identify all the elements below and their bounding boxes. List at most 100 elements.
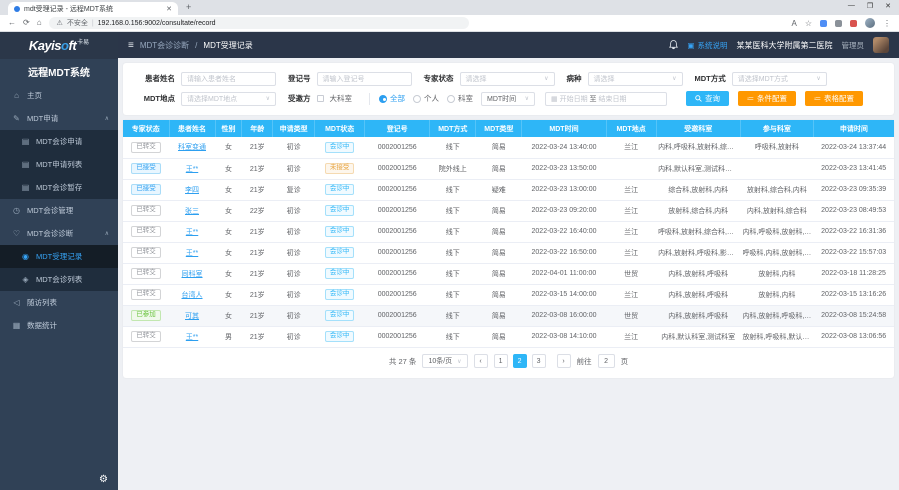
page-number-button[interactable]: 1	[494, 354, 508, 368]
page-number-button[interactable]: 3	[532, 354, 546, 368]
sex-cell: 女	[215, 284, 242, 305]
joined-cell: 放射科,呼吸科,默认科室,测...	[740, 326, 813, 347]
reg-no-cell: 0002001256	[365, 263, 430, 284]
date-range-picker[interactable]: ▦ 开始日期 至 结束日期	[545, 92, 667, 106]
sidebar-item-mdt-consult-apply[interactable]: ▤ MDT会诊申请	[0, 130, 118, 153]
expert-status-badge: 已转交	[131, 289, 161, 301]
mdt-place-select[interactable]: 请选择MDT地点∨	[181, 92, 276, 106]
sidebar-item-home[interactable]: ⌂ 主页	[0, 84, 118, 107]
big-dept-checkbox[interactable]: 大科室	[317, 93, 353, 104]
browser-menu-icon[interactable]: ⋮	[883, 19, 891, 28]
mdt-mode-cell: 线下	[430, 284, 476, 305]
reg-no-cell: 0002001256	[365, 137, 430, 158]
apply-type-cell: 初诊	[273, 242, 315, 263]
table-row: 已转交王**男21岁初诊会诊中0002001256线下简易2022-03-08 …	[123, 326, 894, 347]
patient-name-link[interactable]: 王**	[186, 229, 198, 236]
jump-page-input[interactable]: 2	[598, 354, 615, 368]
sidebar-item-statistics[interactable]: ▦ 数据统计	[0, 314, 118, 337]
system-help-link[interactable]: ▣ 系统说明	[687, 40, 727, 51]
patient-name-link[interactable]: 科室变通	[178, 144, 206, 151]
radio-dept[interactable]: 科室	[447, 93, 473, 104]
search-button[interactable]: 查询	[686, 91, 729, 106]
tab-close-icon[interactable]: ✕	[166, 5, 172, 13]
page-number-button[interactable]: 2	[513, 354, 527, 368]
invited-cell: 内科,放射科,呼吸科	[656, 305, 740, 326]
settings-gear-icon[interactable]: ⚙	[99, 474, 108, 485]
patient-name-link[interactable]: 台湾人	[182, 292, 203, 299]
patient-name-link[interactable]: 同科室	[182, 271, 203, 278]
condition-config-button[interactable]: ≔ 条件配置	[738, 91, 796, 106]
mdt-status-badge: 会诊中	[325, 268, 355, 280]
age-cell: 21岁	[242, 284, 273, 305]
sidebar-fold-icon[interactable]: ≡	[128, 40, 134, 51]
chart-icon: ▦	[12, 321, 21, 330]
mdt-time-cell: 2022-03-22 16:50:00	[522, 242, 606, 263]
expert-status-badge: 已转交	[131, 226, 161, 238]
patient-name-input[interactable]: 请输入患者姓名	[181, 72, 276, 86]
mdt-time-cell: 2022-03-08 14:10:00	[522, 326, 606, 347]
bell-icon[interactable]	[669, 40, 678, 50]
sex-cell: 男	[215, 326, 242, 347]
table-config-button[interactable]: ≔ 表格配置	[805, 91, 863, 106]
sidebar-item-mdt-accept-record[interactable]: ◉ MDT受理记录	[0, 245, 118, 268]
page-size-select[interactable]: 10条/页∨	[422, 354, 467, 368]
extension-icon[interactable]	[835, 20, 842, 27]
sidebar-item-mdt-apply-list[interactable]: ▤ MDT申请列表	[0, 153, 118, 176]
patient-name-link[interactable]: 王**	[186, 334, 198, 341]
expert-status-select[interactable]: 请选择∨	[460, 72, 555, 86]
doc-icon: ▣	[687, 41, 694, 50]
disease-select[interactable]: 请选择∨	[588, 72, 683, 86]
apply-type-cell: 初诊	[273, 305, 315, 326]
column-header: 受邀科室	[656, 120, 740, 137]
sidebar-item-mdt-manage[interactable]: ◷ MDT会诊管理	[0, 199, 118, 222]
expert-status-badge: 已接受	[131, 163, 161, 175]
expert-status-badge: 已接受	[131, 184, 161, 196]
apply-time-cell: 2022-03-08 15:24:58	[813, 305, 894, 326]
extension-icon[interactable]	[820, 20, 827, 27]
reg-no-input[interactable]: 请输入登记号	[317, 72, 412, 86]
next-page-button[interactable]: ›	[557, 354, 571, 368]
extension-icon[interactable]	[850, 20, 857, 27]
read-aloud-icon[interactable]: A	[791, 19, 796, 28]
joined-cell	[740, 158, 813, 179]
patient-name-link[interactable]: 王**	[186, 250, 198, 257]
mdt-type-cell: 简易	[476, 263, 522, 284]
browser-profile-avatar[interactable]	[865, 18, 875, 28]
reload-icon[interactable]: ⟳	[23, 19, 30, 27]
sidebar-item-followup-list[interactable]: ◁ 随访列表	[0, 291, 118, 314]
back-icon[interactable]: ←	[8, 19, 16, 27]
prev-page-button[interactable]: ‹	[474, 354, 488, 368]
mdt-mode-select[interactable]: 请选择MDT方式∨	[732, 72, 827, 86]
browser-tab[interactable]: mdt受理记录 - 远程MDT系统 ✕	[8, 2, 178, 15]
sidebar-item-mdt-consult-draft[interactable]: ▤ MDT会诊暂存	[0, 176, 118, 199]
table-header-row: 专家状态患者姓名性别年龄申请类型MDT状态登记号MDT方式MDT类型MDT时间M…	[123, 120, 894, 137]
window-minimize-button[interactable]: —	[848, 2, 855, 10]
home-icon: ⌂	[12, 91, 21, 100]
radio-all[interactable]: 全部	[379, 93, 405, 104]
sidebar-item-mdt-consult-list[interactable]: ◈ MDT会诊列表	[0, 268, 118, 291]
mdt-mode-cell: 线下	[430, 326, 476, 347]
window-close-button[interactable]: ✕	[885, 2, 891, 10]
radio-personal[interactable]: 个人	[413, 93, 439, 104]
url-field[interactable]: ⚠ 不安全 | 192.168.0.156:9002/consultate/re…	[49, 17, 469, 29]
patient-name-link[interactable]: 王**	[186, 166, 198, 173]
mdt-type-cell: 简易	[476, 200, 522, 221]
window-maximize-button[interactable]: ❐	[867, 2, 873, 10]
reg-no-cell: 0002001256	[365, 179, 430, 200]
sidebar-group-mdt-apply[interactable]: ✎ MDT申请 ∧	[0, 107, 118, 130]
sidebar-group-mdt-diagnosis[interactable]: ♡ MDT会诊诊断 ∧	[0, 222, 118, 245]
apply-time-cell: 2022-03-22 16:31:36	[813, 221, 894, 242]
patient-name-link[interactable]: 可其	[185, 313, 199, 320]
joined-cell: 放射科,综合科,内科	[740, 179, 813, 200]
user-avatar[interactable]	[873, 37, 889, 53]
favorite-star-icon[interactable]: ☆	[805, 19, 812, 28]
home-nav-icon[interactable]: ⌂	[37, 19, 42, 27]
patient-name-link[interactable]: 李四	[185, 187, 199, 194]
mdt-status-badge: 会诊中	[325, 331, 355, 343]
column-header: 患者姓名	[169, 120, 215, 137]
patient-name-link[interactable]: 张三	[185, 208, 199, 215]
new-tab-button[interactable]: +	[186, 3, 191, 12]
apply-time-cell: 2022-03-24 13:37:44	[813, 137, 894, 158]
time-type-select[interactable]: MDT时间∨	[481, 92, 535, 106]
disease-label: 病种	[567, 73, 582, 84]
